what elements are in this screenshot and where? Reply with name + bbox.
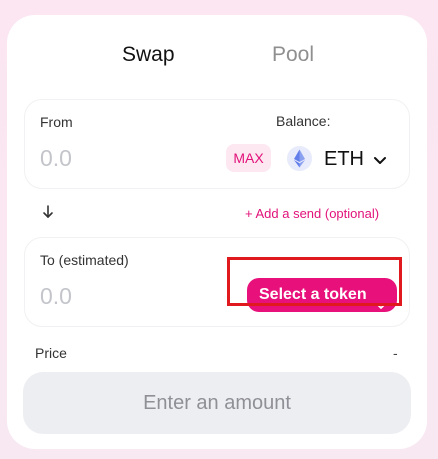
tab-pool[interactable]: Pool [272,42,314,68]
from-token-symbol: ETH [324,148,364,170]
from-label: From [40,114,73,130]
tab-swap[interactable]: Swap [122,42,175,68]
to-label: To (estimated) [40,252,129,268]
arrow-down-icon[interactable] [42,205,54,224]
from-token-select[interactable]: ETH [287,144,397,174]
from-panel: From Balance: 0.0 MAX ETH [24,99,410,189]
swap-card: Swap Pool From Balance: 0.0 MAX ETH + Ad… [7,15,427,449]
from-amount-input[interactable]: 0.0 [40,145,72,172]
price-value: - [393,345,398,361]
to-amount-input[interactable]: 0.0 [40,283,72,310]
price-label: Price [35,345,67,361]
balance-label: Balance: [276,113,331,129]
chevron-down-icon [373,153,387,171]
max-button[interactable]: MAX [226,144,271,172]
swap-pool-tabs: Swap Pool [7,42,427,72]
ethereum-icon [287,146,312,171]
enter-amount-button[interactable]: Enter an amount [23,372,411,434]
add-send-link[interactable]: + Add a send (optional) [245,206,379,221]
highlight-box [227,257,402,306]
